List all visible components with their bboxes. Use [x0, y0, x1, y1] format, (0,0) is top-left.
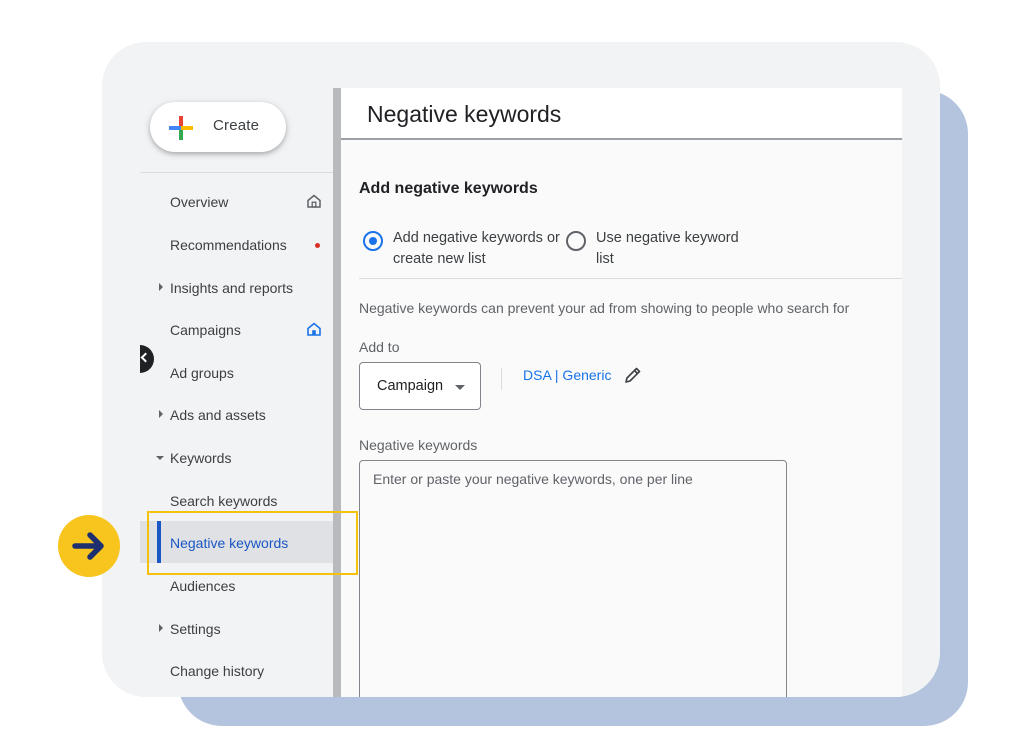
textarea-placeholder: Enter or paste your negative keywords, o…: [373, 471, 693, 487]
sidebar-item-change-history[interactable]: Change history: [140, 649, 333, 691]
sidebar-item-label: Ads and assets: [170, 407, 266, 423]
sidebar-border: [333, 88, 341, 697]
chevron-left-icon: [140, 352, 151, 363]
create-button[interactable]: Create: [150, 102, 286, 152]
dropdown-arrow-icon: [455, 385, 465, 390]
sidebar-item-label: Ad groups: [170, 365, 234, 381]
radio-add-new[interactable]: [363, 231, 383, 251]
sidebar-item-ads-and-assets[interactable]: Ads and assets: [140, 393, 333, 435]
sidebar: Create Overview Recommendations Insights…: [140, 88, 333, 697]
radio-use-list[interactable]: [566, 231, 586, 251]
description-text: Negative keywords can prevent your ad fr…: [359, 300, 850, 316]
caret-right-icon: [159, 410, 163, 418]
sidebar-item-label: Overview: [170, 194, 229, 210]
pointer-badge: [58, 515, 120, 577]
google-plus-icon: [169, 116, 193, 140]
sidebar-item-label: Recommendations: [170, 237, 287, 253]
sidebar-item-label: Keywords: [170, 450, 232, 466]
sidebar-item-label: Change history: [170, 663, 265, 679]
sidebar-item-ad-groups[interactable]: Ad groups: [140, 351, 333, 393]
vertical-separator: [501, 368, 502, 390]
sidebar-item-label: Audiences: [170, 578, 236, 594]
pencil-icon[interactable]: [623, 365, 643, 385]
sidebar-item-settings[interactable]: Settings: [140, 607, 333, 649]
negative-keywords-textarea[interactable]: Enter or paste your negative keywords, o…: [359, 460, 787, 697]
caret-down-icon: [156, 456, 164, 460]
add-to-select[interactable]: Campaign: [359, 362, 481, 410]
main-header: Negative keywords: [341, 88, 902, 140]
caret-right-icon: [159, 624, 163, 632]
sidebar-item-overview[interactable]: Overview: [140, 180, 333, 222]
sidebar-item-keywords[interactable]: Keywords: [140, 436, 333, 478]
radio-use-list-label[interactable]: Use negative keyword list: [596, 228, 756, 270]
sidebar-item-label: Insights and reports: [170, 280, 293, 296]
sidebar-item-label: Campaigns: [170, 322, 241, 338]
sidebar-item-recommendations[interactable]: Recommendations: [140, 223, 333, 265]
main-panel: Negative keywords Add negative keywords …: [341, 88, 902, 697]
add-to-select-value: Campaign: [377, 378, 444, 394]
page-title: Negative keywords: [367, 101, 562, 127]
google-ads-app: Create Overview Recommendations Insights…: [140, 88, 902, 697]
create-button-label: Create: [213, 117, 260, 134]
notification-dot-icon: [315, 243, 320, 248]
campaign-target-link[interactable]: DSA | Generic: [523, 367, 611, 383]
section-divider: [359, 278, 902, 279]
sidebar-divider: [140, 172, 333, 173]
sidebar-item-campaigns[interactable]: Campaigns: [140, 308, 333, 350]
section-title: Add negative keywords: [359, 180, 538, 197]
sidebar-item-label: Search keywords: [170, 493, 278, 509]
negative-keywords-label: Negative keywords: [359, 437, 478, 453]
arrow-right-icon: [72, 532, 104, 560]
home-icon: [307, 322, 321, 336]
screenshot-card: Create Overview Recommendations Insights…: [102, 42, 940, 697]
highlight-box: [147, 511, 358, 575]
home-icon: [307, 194, 321, 208]
caret-right-icon: [159, 283, 163, 291]
sidebar-item-insights-and-reports[interactable]: Insights and reports: [140, 266, 333, 308]
radio-add-new-label[interactable]: Add negative keywords or create new list: [393, 228, 563, 270]
add-to-label: Add to: [359, 339, 400, 355]
sidebar-item-label: Settings: [170, 621, 221, 637]
